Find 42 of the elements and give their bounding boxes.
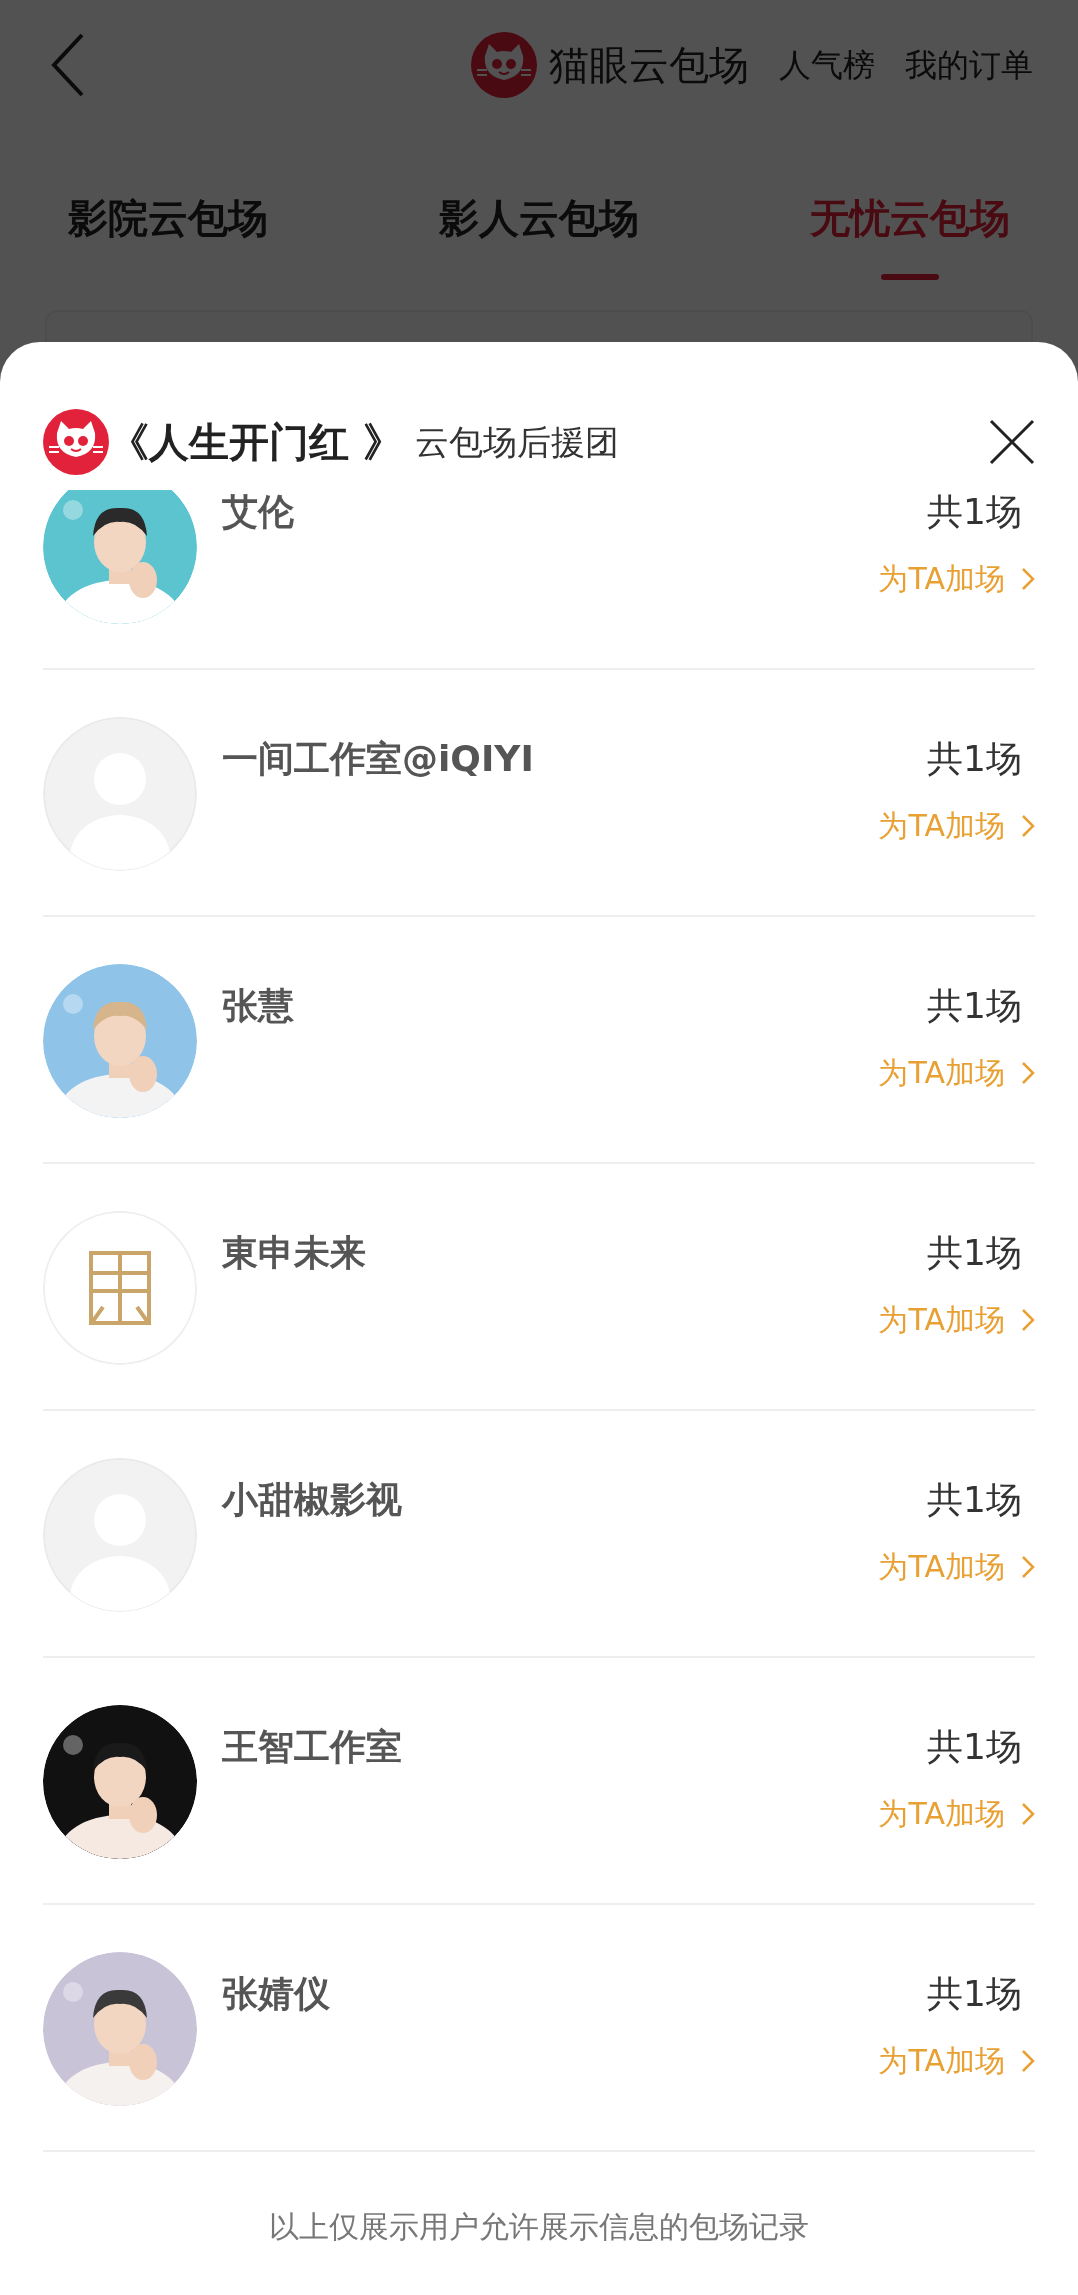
chevron-icon <box>1021 567 1035 592</box>
supporter-name: 张慧 <box>222 984 295 1028</box>
tab[interactable]: 无忧云包场 <box>802 170 1018 280</box>
film-title: 《人生开门红 》 <box>109 418 403 467</box>
add-show-link[interactable]: 为TA加场 <box>878 2043 1035 2080</box>
logo-icon <box>43 1211 197 1365</box>
chevron-icon <box>1021 814 1035 839</box>
show-count: 共1场 <box>927 1972 1022 2016</box>
show-count: 共1场 <box>927 1231 1022 1275</box>
header-link[interactable]: 人气榜 <box>779 41 875 89</box>
tab[interactable]: 影人云包场 <box>431 170 647 280</box>
sheet-subtitle: 云包场后援团 <box>414 420 619 464</box>
add-show-link[interactable]: 为TA加场 <box>878 1796 1035 1833</box>
footer-note: 以上仅展示用户允许展示信息的包场记录 <box>268 2208 810 2246</box>
header-link[interactable]: 我的订单 <box>905 41 1033 89</box>
supporter-name: 小甜椒影视 <box>222 1478 403 1522</box>
show-count: 共1场 <box>927 1725 1022 1769</box>
close-icon[interactable] <box>989 419 1035 465</box>
tab[interactable]: 影院云包场 <box>60 170 276 280</box>
add-show-link[interactable]: 为TA加场 <box>878 561 1035 598</box>
chevron-icon <box>1021 2049 1035 2074</box>
show-count: 共1场 <box>927 984 1022 1028</box>
show-count: 共1场 <box>927 490 1022 534</box>
chevron-icon <box>1021 1061 1035 1086</box>
supporter-name: 张婧仪 <box>222 1972 331 2016</box>
add-show-link[interactable]: 为TA加场 <box>878 1302 1035 1339</box>
supporter-name: 艾伦 <box>222 490 295 534</box>
show-count: 共1场 <box>927 737 1022 781</box>
chevron-icon <box>1021 1555 1035 1580</box>
supporter-name: 王智工作室 <box>222 1725 403 1769</box>
supporter-name: 東申未来 <box>222 1231 367 1275</box>
add-show-link[interactable]: 为TA加场 <box>878 1549 1035 1586</box>
cat-logo-icon <box>43 409 109 475</box>
add-show-link[interactable]: 为TA加场 <box>878 1055 1035 1092</box>
supporter-name: 一间工作室@iQIYI <box>222 737 535 781</box>
chevron-icon <box>1021 1308 1035 1333</box>
show-count: 共1场 <box>927 1478 1022 1522</box>
back-icon[interactable] <box>50 32 86 98</box>
chevron-icon <box>1021 1802 1035 1827</box>
cat-logo-icon <box>471 32 537 98</box>
add-show-link[interactable]: 为TA加场 <box>878 808 1035 845</box>
app-title: 猫眼云包场 <box>549 41 749 90</box>
